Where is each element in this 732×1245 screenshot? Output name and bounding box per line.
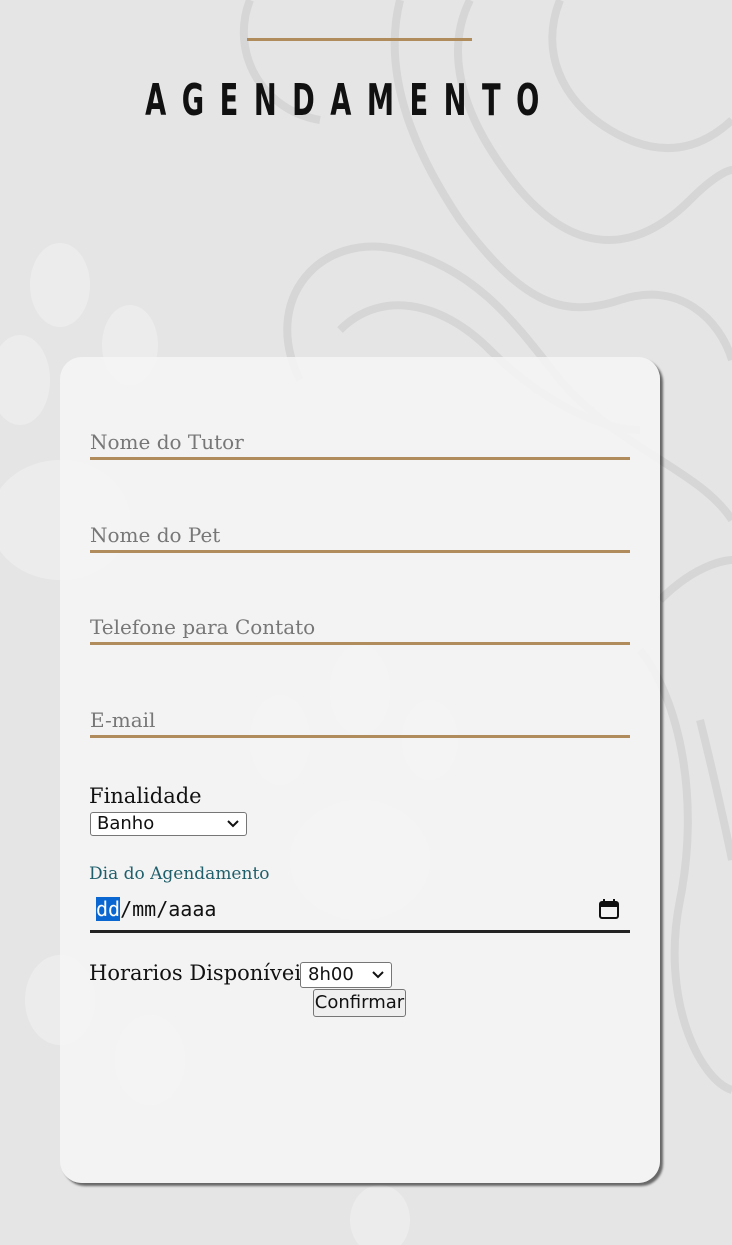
horario-value: 8h00 <box>308 964 354 985</box>
date-day-segment[interactable]: dd <box>96 897 121 921</box>
appointment-form-card: Finalidade Banho Dia do Agendamento dd/m… <box>60 357 660 1183</box>
date-text: dd/mm/aaaa <box>96 895 216 923</box>
date-rest-segment[interactable]: /mm/aaaa <box>120 897 216 921</box>
tutor-name-input[interactable] <box>90 429 630 455</box>
email-field <box>90 707 630 738</box>
horarios-label: Horarios Disponíveis <box>89 961 312 985</box>
finalidade-label: Finalidade <box>89 784 202 808</box>
pet-name-field <box>90 522 630 553</box>
phone-input[interactable] <box>90 614 630 640</box>
phone-field <box>90 614 630 645</box>
date-input[interactable]: dd/mm/aaaa <box>90 890 630 933</box>
title-divider <box>247 38 472 41</box>
calendar-icon[interactable] <box>598 898 620 920</box>
pet-name-input[interactable] <box>90 522 630 548</box>
finalidade-value: Banho <box>97 813 155 834</box>
email-input[interactable] <box>90 707 630 733</box>
tutor-name-field <box>90 429 630 460</box>
date-label: Dia do Agendamento <box>89 864 270 884</box>
finalidade-select[interactable]: Banho <box>90 812 247 836</box>
chevron-down-icon <box>372 971 384 979</box>
page-title: AGENDAMENTO <box>145 75 555 126</box>
horario-select[interactable]: 8h00 <box>300 962 392 988</box>
chevron-down-icon <box>227 820 239 828</box>
confirm-button[interactable]: Confirmar <box>313 989 406 1017</box>
